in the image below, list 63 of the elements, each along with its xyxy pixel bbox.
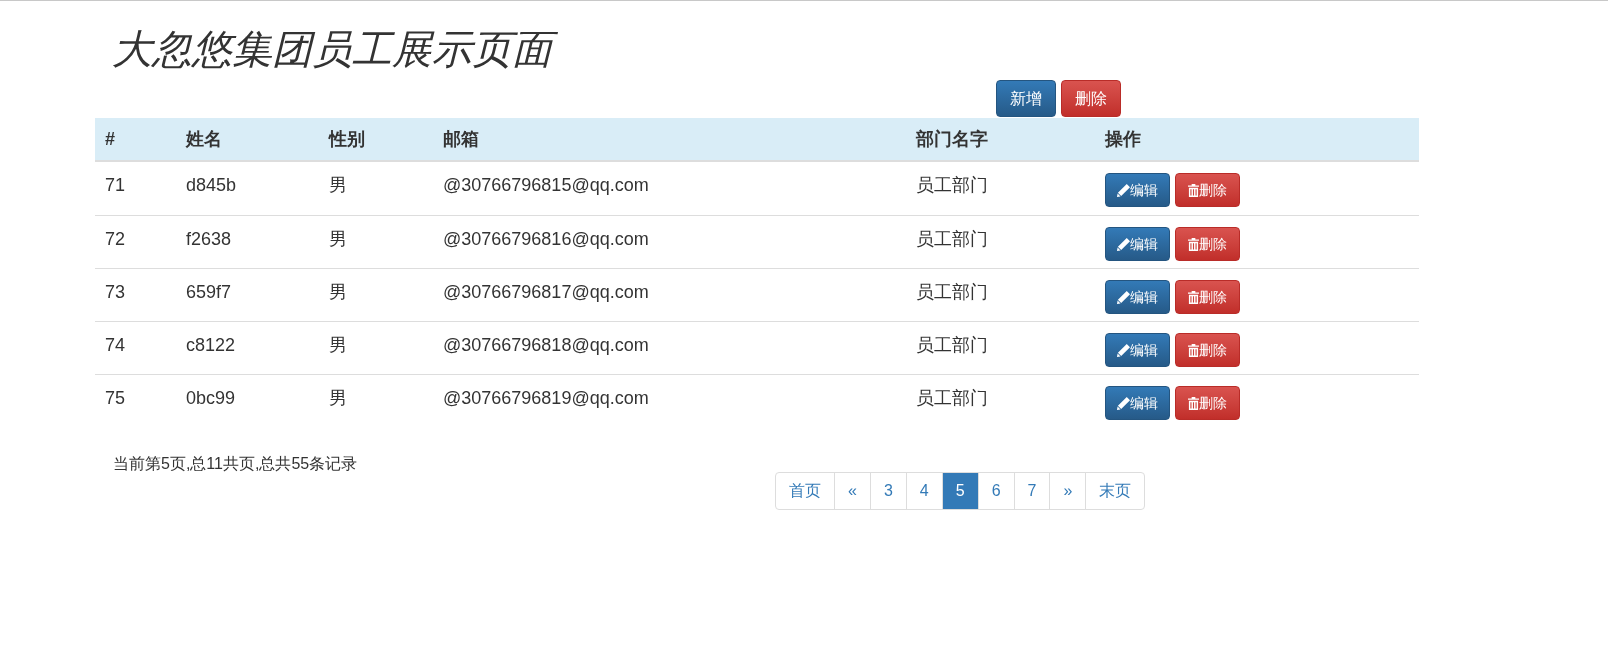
table-cell: d845b bbox=[186, 175, 237, 195]
pagination-info: 当前第5页,总11共页,总共55条记录 bbox=[113, 455, 358, 472]
edit-button[interactable]: 编辑 bbox=[1105, 227, 1170, 261]
page-link[interactable]: 末页 bbox=[1085, 472, 1146, 510]
table-cell: c8122 bbox=[186, 335, 236, 355]
table-cell: @30766796816@qq.com bbox=[443, 229, 649, 249]
delete-button[interactable]: 删除 bbox=[1175, 280, 1240, 314]
edit-button[interactable]: 编辑 bbox=[1105, 333, 1170, 367]
table-cell: 员工部门 bbox=[916, 282, 988, 302]
trash-icon bbox=[1188, 396, 1199, 410]
column-header: 姓名 bbox=[186, 129, 222, 149]
table-cell: @30766796818@qq.com bbox=[443, 335, 649, 355]
table-cell: 员工部门 bbox=[916, 388, 988, 408]
trash-icon bbox=[1188, 183, 1199, 197]
page-link[interactable]: » bbox=[1049, 472, 1087, 510]
pencil-icon bbox=[1117, 343, 1130, 357]
table-cell: f2638 bbox=[186, 229, 232, 249]
edit-button[interactable]: 编辑 bbox=[1105, 173, 1170, 207]
table-cell: 男 bbox=[329, 388, 347, 408]
pencil-icon bbox=[1117, 237, 1130, 251]
column-header: 部门名字 bbox=[916, 129, 988, 149]
page-title: 大忽悠集团员工展示页面 bbox=[108, 21, 566, 77]
page-link[interactable]: 3 bbox=[869, 472, 907, 510]
page-link[interactable]: 4 bbox=[905, 472, 943, 510]
pencil-icon bbox=[1117, 183, 1130, 197]
table-cell: 74 bbox=[105, 335, 126, 355]
trash-icon bbox=[1188, 237, 1199, 251]
table-cell: 员工部门 bbox=[916, 175, 988, 195]
table-cell: 男 bbox=[329, 282, 347, 302]
table-cell: 72 bbox=[105, 229, 126, 249]
table-cell: @30766796819@qq.com bbox=[443, 388, 649, 408]
column-header: 邮箱 bbox=[443, 129, 479, 149]
edit-button[interactable]: 编辑 bbox=[1105, 280, 1170, 314]
delete-button[interactable]: 删除 bbox=[1175, 173, 1240, 207]
table-cell: 员工部门 bbox=[916, 229, 988, 249]
column-header: 性别 bbox=[329, 129, 365, 149]
delete-button[interactable]: 删除 bbox=[1175, 386, 1240, 420]
table-cell: 73 bbox=[105, 282, 126, 302]
table-cell: 71 bbox=[105, 175, 126, 195]
trash-icon bbox=[1188, 290, 1199, 304]
table-cell: 男 bbox=[329, 229, 347, 249]
table-cell: 男 bbox=[329, 175, 347, 195]
column-header: # bbox=[105, 129, 115, 149]
pencil-icon bbox=[1117, 290, 1130, 304]
column-header: 操作 bbox=[1105, 129, 1141, 149]
table-cell: 75 bbox=[105, 388, 126, 408]
table-cell: 659f7 bbox=[186, 282, 232, 302]
table-cell: 男 bbox=[329, 335, 347, 355]
table-cell: @30766796817@qq.com bbox=[443, 282, 649, 302]
page-link[interactable]: 5 bbox=[941, 472, 979, 510]
delete-button[interactable]: 删除 bbox=[1061, 80, 1121, 117]
table-cell: 0bc99 bbox=[186, 388, 236, 408]
edit-button[interactable]: 编辑 bbox=[1105, 386, 1170, 420]
page-link[interactable]: 首页 bbox=[775, 472, 835, 510]
add-button[interactable]: 新增 bbox=[996, 80, 1056, 117]
delete-button[interactable]: 删除 bbox=[1175, 333, 1240, 367]
table-cell: 员工部门 bbox=[916, 335, 988, 355]
trash-icon bbox=[1188, 343, 1199, 357]
table-cell: @30766796815@qq.com bbox=[443, 175, 649, 195]
page-link[interactable]: 6 bbox=[977, 472, 1015, 510]
delete-button[interactable]: 删除 bbox=[1175, 227, 1240, 261]
pencil-icon bbox=[1117, 396, 1130, 410]
page-link[interactable]: « bbox=[834, 472, 871, 510]
